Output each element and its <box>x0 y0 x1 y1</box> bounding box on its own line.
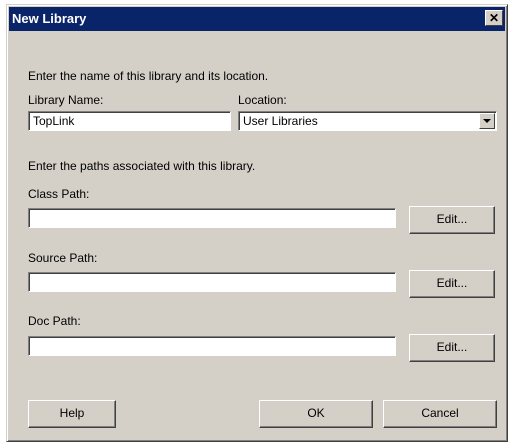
intro-text: Enter the name of this library and its l… <box>28 69 269 83</box>
source-path-label: Source Path: <box>28 251 98 265</box>
location-selected-value: User Libraries <box>243 114 318 128</box>
close-button[interactable]: ✕ <box>485 10 503 26</box>
cancel-button[interactable]: Cancel <box>383 400 497 428</box>
close-icon: ✕ <box>488 11 500 25</box>
doc-path-label: Doc Path: <box>28 314 81 328</box>
title-bar[interactable]: New Library ✕ <box>9 7 505 31</box>
source-path-input[interactable] <box>28 272 396 292</box>
window-title: New Library <box>12 11 87 26</box>
chevron-down-icon[interactable] <box>479 113 495 129</box>
source-path-edit-button[interactable]: Edit... <box>409 270 495 298</box>
library-name-label: Library Name: <box>28 93 104 107</box>
ok-button[interactable]: OK <box>259 400 373 428</box>
paths-intro-text: Enter the paths associated with this lib… <box>28 159 256 173</box>
doc-path-input[interactable] <box>28 336 396 356</box>
location-select[interactable]: User Libraries <box>238 111 497 131</box>
new-library-dialog: New Library ✕ Enter the name of this lib… <box>6 4 508 442</box>
class-path-label: Class Path: <box>28 187 90 201</box>
class-path-edit-button[interactable]: Edit... <box>409 206 495 234</box>
location-label: Location: <box>238 93 287 107</box>
help-button[interactable]: Help <box>28 400 116 428</box>
class-path-input[interactable] <box>28 208 396 228</box>
doc-path-edit-button[interactable]: Edit... <box>409 334 495 362</box>
library-name-input[interactable]: TopLink <box>28 111 231 131</box>
